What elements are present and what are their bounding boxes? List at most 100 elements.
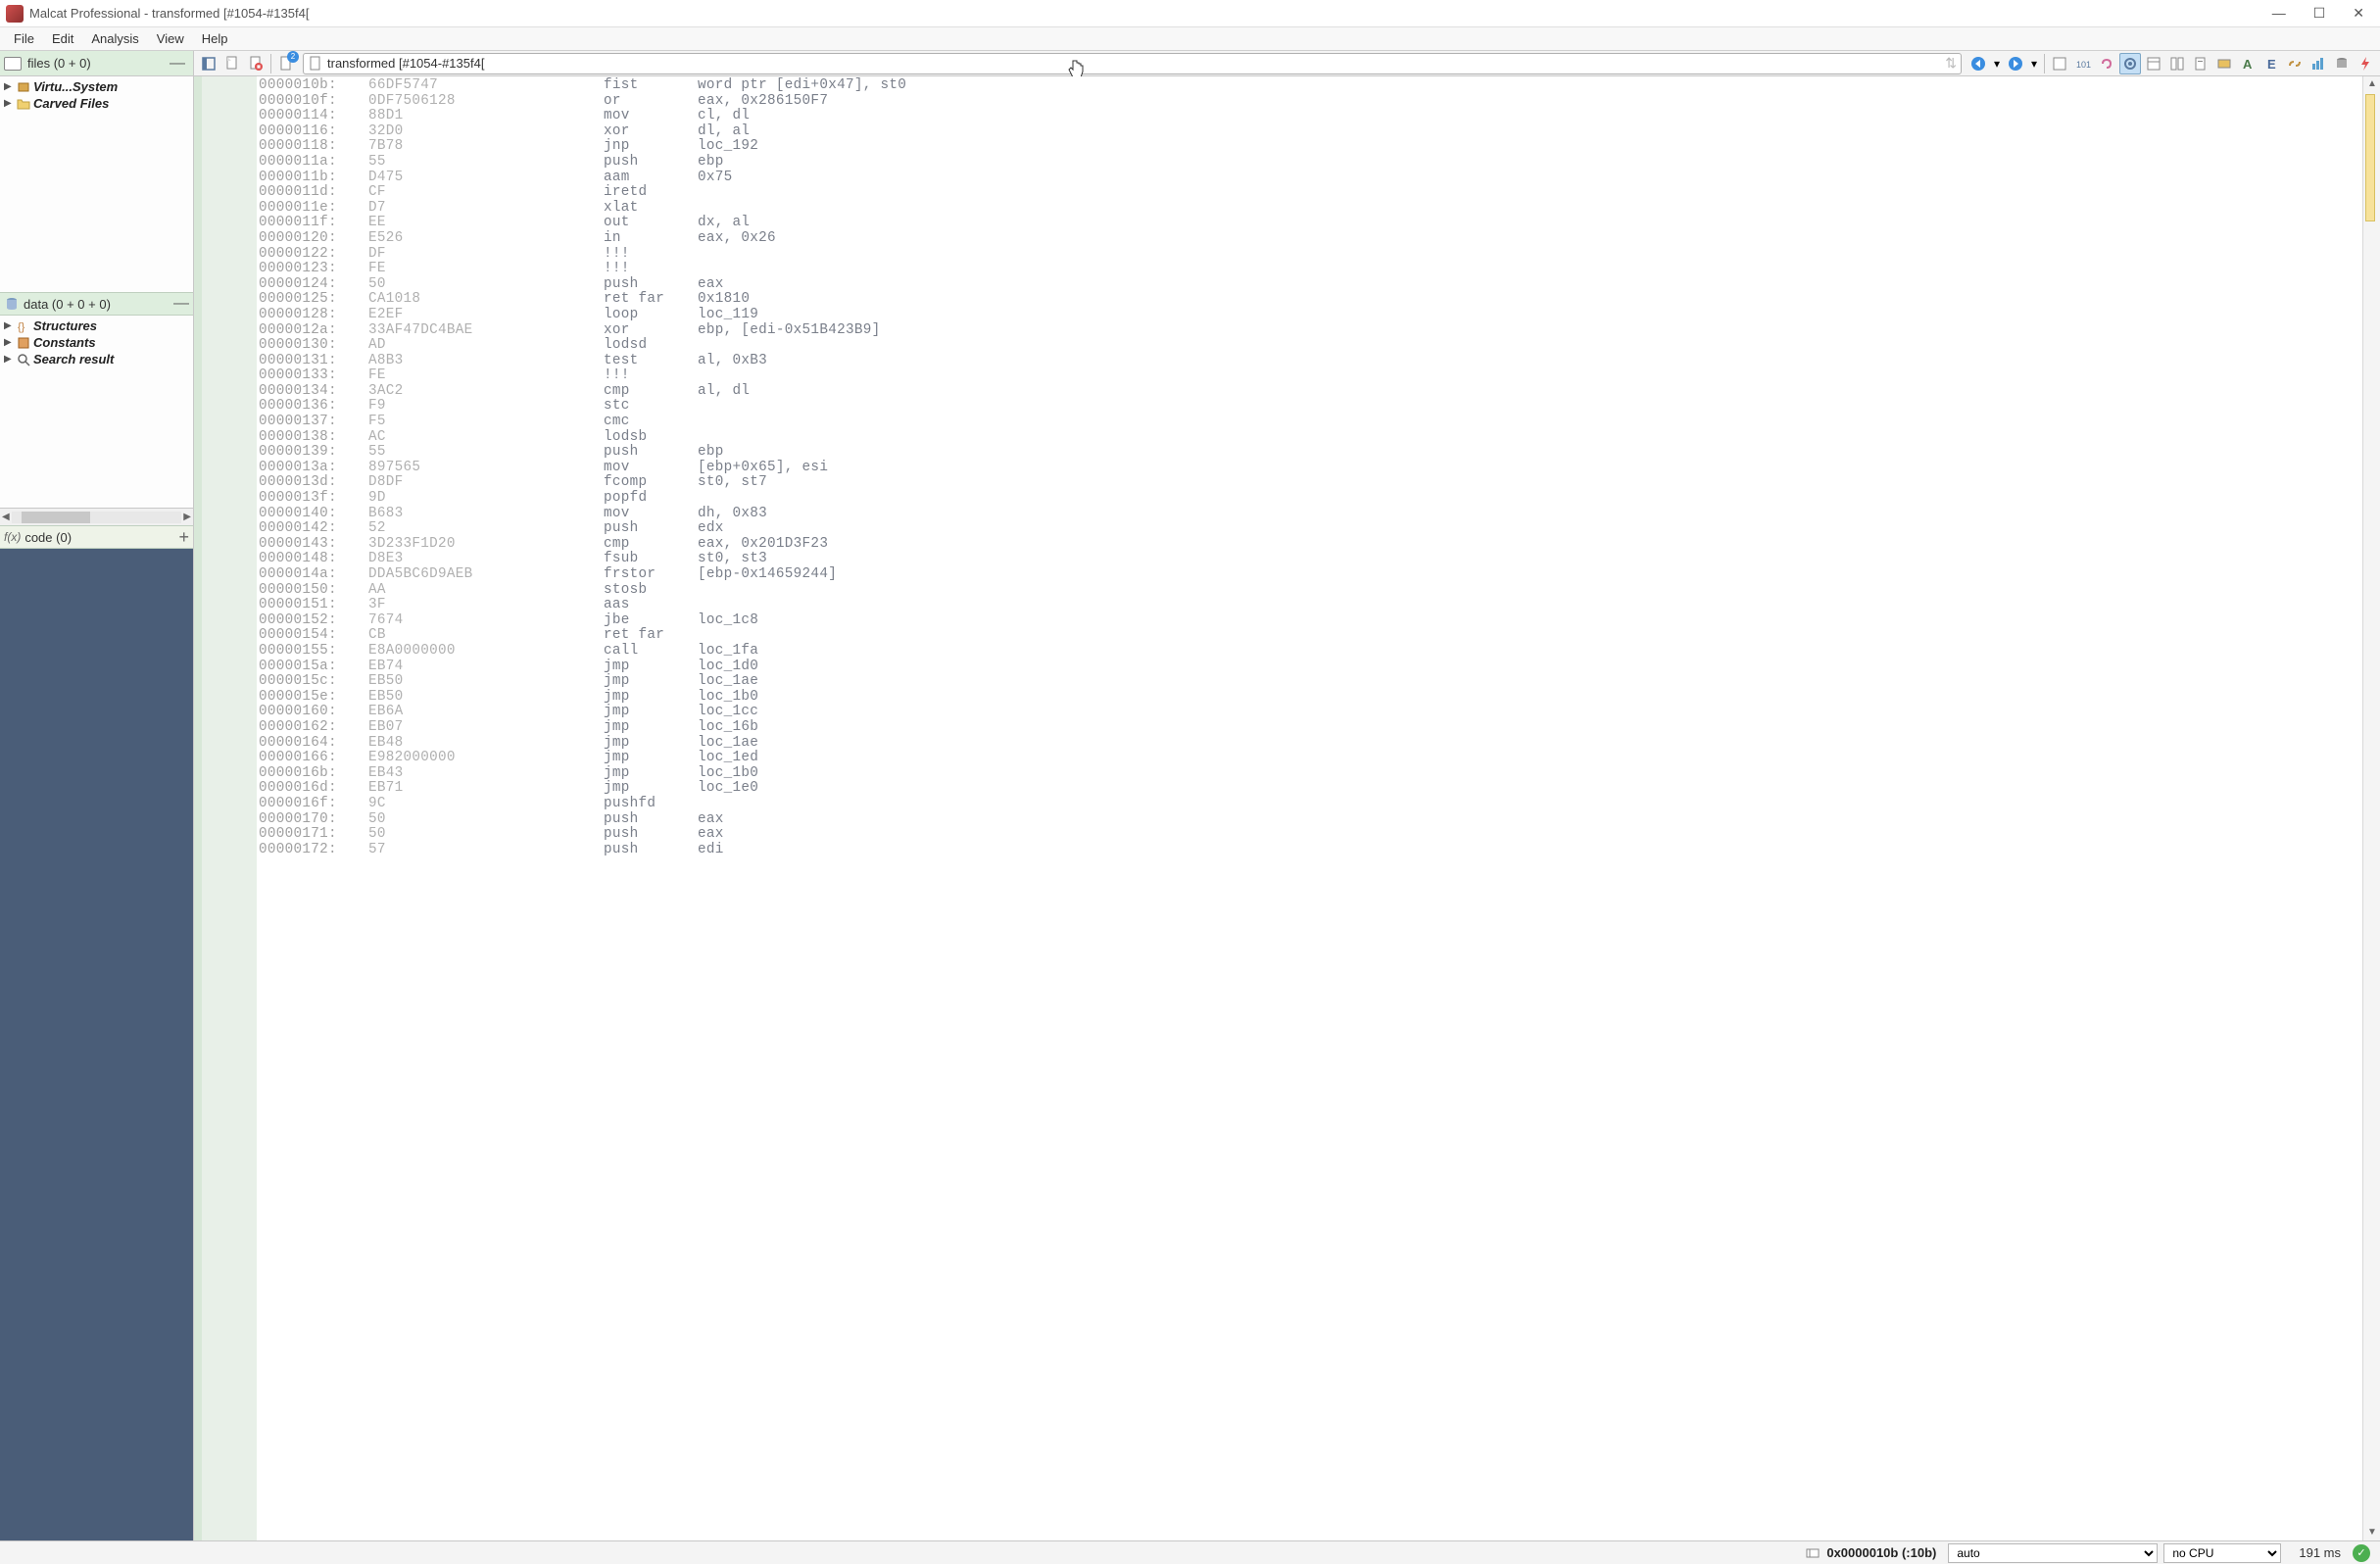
scroll-thumb[interactable] [22,512,90,523]
toolbar-btn-doc[interactable]: 2 [275,53,297,74]
disasm-row[interactable]: 00000131:A8B3testal, 0xB3 [259,354,2362,369]
disasm-row[interactable]: 0000011d:CFiretd [259,185,2362,201]
disasm-row[interactable]: 0000013a:897565mov[ebp+0x65], esi [259,461,2362,476]
sort-icon[interactable]: ⇅ [1945,55,1957,72]
disasm-row[interactable]: 00000114:88D1movcl, dl [259,109,2362,124]
disasm-row[interactable]: 00000170:50pusheax [259,812,2362,828]
close-button[interactable]: ✕ [2353,5,2364,22]
disasm-row[interactable]: 00000152:7674jbeloc_1c8 [259,613,2362,629]
toolbar-view-db[interactable] [2331,53,2353,74]
disasm-row[interactable]: 0000013d:D8DFfcompst0, st7 [259,475,2362,491]
toolbar-view-8[interactable] [2213,53,2235,74]
disasm-row[interactable]: 00000151:3Faas [259,598,2362,613]
disasm-row[interactable]: 00000155:E8A0000000callloc_1fa [259,644,2362,660]
status-select-auto[interactable]: auto [1948,1543,2158,1563]
tree-arrow-icon[interactable]: ▶ [4,354,14,365]
scroll-right-icon[interactable]: ▶ [183,512,191,522]
disasm-row[interactable]: 00000154:CBret far [259,628,2362,644]
tree-item-structures[interactable]: ▶ {} Structures [0,318,193,334]
tree-arrow-icon[interactable]: ▶ [4,320,14,331]
nav-forward-button[interactable] [2005,53,2026,74]
disasm-row[interactable]: 00000140:B683movdh, 0x83 [259,507,2362,522]
menu-help[interactable]: Help [194,29,236,48]
disasm-row[interactable]: 00000133:FE!!! [259,368,2362,384]
disasm-row[interactable]: 00000134:3AC2cmpal, dl [259,384,2362,400]
toolbar-view-7[interactable] [2190,53,2211,74]
code-add-button[interactable]: + [178,527,189,548]
disasm-row[interactable]: 00000148:D8E3fsubst0, st3 [259,552,2362,567]
disasm-row[interactable]: 00000123:FE!!! [259,262,2362,277]
tree-item-virtusystem[interactable]: ▶ Virtu...System [0,78,193,95]
disasm-row[interactable]: 0000011f:EEoutdx, al [259,216,2362,231]
tree-arrow-icon[interactable]: ▶ [4,337,14,348]
disasm-row[interactable]: 00000150:AAstosb [259,583,2362,599]
tree-item-search[interactable]: ▶ Search result [0,351,193,367]
nav-back-button[interactable] [1967,53,1989,74]
disasm-row[interactable]: 0000010b:66DF5747fistword ptr [edi+0x47]… [259,78,2362,94]
scroll-left-icon[interactable]: ◀ [2,512,10,522]
disasm-row[interactable]: 00000162:EB07jmploc_16b [259,720,2362,736]
horizontal-scrollbar[interactable]: ◀ ▶ [0,508,193,525]
disasm-row[interactable]: 00000116:32D0xordl, al [259,124,2362,140]
disasm-row[interactable]: 00000164:EB48jmploc_1ae [259,736,2362,752]
disasm-row[interactable]: 00000125:CA1018ret far0x1810 [259,292,2362,308]
disasm-row[interactable]: 0000016f:9Cpushfd [259,797,2362,812]
toolbar-btn-1[interactable] [198,53,219,74]
disasm-row[interactable]: 00000171:50pusheax [259,827,2362,843]
scroll-thumb[interactable] [2365,94,2375,221]
disasm-row[interactable]: 0000014a:DDA5BC6D9AEBfrstor[ebp-0x146592… [259,567,2362,583]
disasm-row[interactable]: 00000122:DF!!! [259,247,2362,263]
disasm-row[interactable]: 00000160:EB6Ajmploc_1cc [259,705,2362,720]
disasm-row[interactable]: 00000137:F5cmc [259,415,2362,430]
disasm-row[interactable]: 00000130:ADlodsd [259,338,2362,354]
disasm-row[interactable]: 00000139:55pushebp [259,445,2362,461]
disasm-row[interactable]: 00000120:E526ineax, 0x26 [259,231,2362,247]
disasm-row[interactable]: 0000011b:D475aam0x75 [259,171,2362,186]
nav-forward-dropdown[interactable]: ▾ [2028,53,2040,74]
toolbar-view-chart[interactable] [2307,53,2329,74]
menu-edit[interactable]: Edit [44,29,81,48]
disasm-row[interactable]: 00000172:57pushedi [259,843,2362,858]
toolbar-view-gear[interactable] [2119,53,2141,74]
menu-analysis[interactable]: Analysis [83,29,146,48]
disasm-row[interactable]: 0000015e:EB50jmploc_1b0 [259,690,2362,706]
toolbar-view-E[interactable]: E [2260,53,2282,74]
maximize-button[interactable]: ☐ [2313,5,2326,22]
menu-view[interactable]: View [149,29,192,48]
toolbar-view-A[interactable]: A [2237,53,2259,74]
disasm-row[interactable]: 0000010f:0DF7506128oreax, 0x286150F7 [259,94,2362,110]
disasm-row[interactable]: 00000128:E2EFlooploc_119 [259,308,2362,323]
disassembly-listing[interactable]: 0000010b:66DF5747fistword ptr [edi+0x47]… [257,76,2362,1540]
disasm-row[interactable]: 00000136:F9stc [259,399,2362,415]
minimize-button[interactable]: — [2272,5,2286,22]
disasm-row[interactable]: 0000011a:55pushebp [259,155,2362,171]
tree-item-carved[interactable]: ▶ Carved Files [0,95,193,112]
tree-arrow-icon[interactable]: ▶ [4,98,14,109]
data-minimize-button[interactable]: — [173,295,189,313]
disasm-row[interactable]: 0000016d:EB71jmploc_1e0 [259,781,2362,797]
toolbar-btn-3[interactable] [245,53,267,74]
nav-back-dropdown[interactable]: ▾ [1991,53,2003,74]
menu-file[interactable]: File [6,29,42,48]
disasm-row[interactable]: 0000016b:EB43jmploc_1b0 [259,766,2362,782]
scroll-track[interactable] [12,512,182,523]
scroll-down-icon[interactable]: ▼ [2363,1525,2380,1540]
disasm-row[interactable]: 0000011e:D7xlat [259,201,2362,217]
files-minimize-button[interactable]: — [166,55,189,73]
toolbar-view-flash[interactable] [2355,53,2376,74]
vertical-scrollbar[interactable]: ▲ ▼ [2362,76,2380,1540]
toolbar-view-5[interactable] [2143,53,2164,74]
disasm-row[interactable]: 00000143:3D233F1D20cmpeax, 0x201D3F23 [259,537,2362,553]
disasm-row[interactable]: 0000015a:EB74jmploc_1d0 [259,660,2362,675]
toolbar-view-chain[interactable] [2284,53,2306,74]
tree-item-constants[interactable]: ▶ Constants [0,334,193,351]
toolbar-btn-2[interactable] [221,53,243,74]
scroll-up-icon[interactable]: ▲ [2363,76,2380,92]
address-bar[interactable]: transformed [#1054-#135f4[ ⇅ [303,53,1962,74]
tree-arrow-icon[interactable]: ▶ [4,81,14,92]
toolbar-view-6[interactable] [2166,53,2188,74]
disasm-row[interactable]: 00000118:7B78jnploc_192 [259,139,2362,155]
disasm-row[interactable]: 00000166:E982000000jmploc_1ed [259,751,2362,766]
toolbar-view-hex[interactable]: 101 [2072,53,2094,74]
disasm-row[interactable]: 0000015c:EB50jmploc_1ae [259,674,2362,690]
